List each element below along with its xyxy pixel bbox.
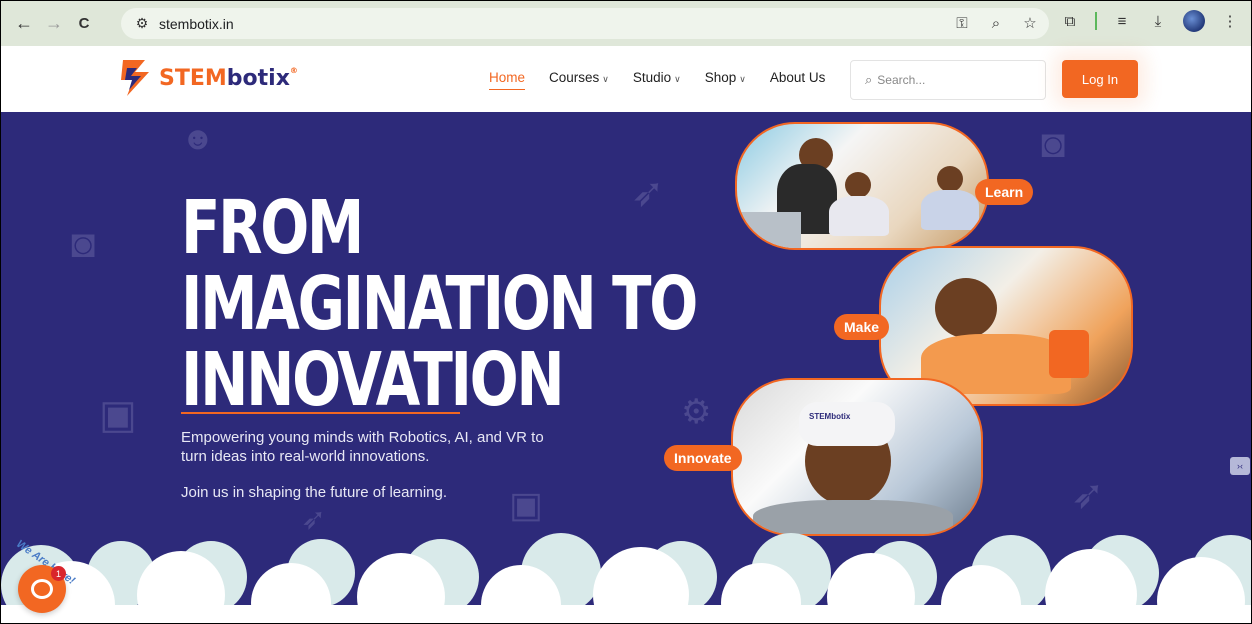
reading-list-icon[interactable]: ≡ — [1111, 10, 1133, 32]
profile-avatar[interactable] — [1183, 10, 1205, 32]
browser-toolbar: ← → C ⚙ stembotix.in ⚿ ⌕ ☆ ⧉ ≡ ⤓ ⋮ — [1, 1, 1251, 46]
innovate-tag: Innovate — [664, 445, 742, 471]
chat-unread-badge: 1 — [51, 566, 66, 581]
hero-headline: FROM IMAGINATION TO INNOVATION — [181, 185, 698, 423]
laptop — [737, 212, 801, 248]
password-key-icon[interactable]: ⚿ — [951, 12, 973, 34]
site-settings-icon[interactable]: ⚙ — [127, 15, 157, 32]
hero-tagline: Join us in shaping the future of learnin… — [181, 484, 448, 501]
child-head — [937, 166, 963, 192]
stembotix-logo-icon — [121, 60, 149, 96]
nav-about-us[interactable]: About Us — [770, 70, 826, 85]
headline-line-1: FROM — [181, 185, 364, 271]
child-shirt — [921, 190, 979, 230]
main-nav: Home Courses ∨ Studio ∨ Shop ∨ About Us — [489, 70, 826, 90]
learn-photo — [735, 122, 989, 250]
nav-studio-label: Studio — [632, 70, 672, 85]
make-tag: Make — [834, 314, 890, 340]
headline-underline — [181, 412, 460, 414]
chevron-down-icon: ∨ — [739, 74, 746, 84]
address-bar[interactable]: ⚙ stembotix.in ⚿ ⌕ ☆ — [121, 8, 1049, 39]
robot-model — [1049, 330, 1089, 378]
nav-studio[interactable]: Studio ∨ — [633, 70, 681, 85]
menu-kebab-icon[interactable]: ⋮ — [1219, 10, 1241, 32]
browser-window: ← → C ⚙ stembotix.in ⚿ ⌕ ☆ ⧉ ≡ ⤓ ⋮ STEMb… — [0, 0, 1252, 624]
chat-bubble-icon — [31, 579, 53, 599]
search-input[interactable]: ⌕ Search... — [850, 60, 1046, 100]
learn-tag: Learn — [975, 179, 1034, 205]
vr-headset: STEMbotix — [799, 402, 895, 446]
download-icon[interactable]: ⤓ — [1147, 10, 1169, 32]
logo-registered-mark: ® — [289, 65, 298, 75]
site-logo[interactable]: STEMbotix® — [119, 58, 298, 98]
logo-text-stem: STEM — [159, 65, 227, 91]
child-head — [935, 278, 997, 338]
nav-home[interactable]: Home — [489, 70, 526, 90]
reload-icon[interactable]: C — [69, 9, 99, 39]
search-icon: ⌕ — [865, 72, 873, 87]
logo-text-botix: botix — [226, 65, 290, 91]
nav-shop[interactable]: Shop ∨ — [705, 70, 746, 85]
innovate-photo: STEMbotix — [731, 378, 983, 536]
chevron-down-icon: ∨ — [674, 74, 681, 84]
child-shirt — [829, 196, 889, 236]
rocket-icon: ➶ — [1071, 473, 1105, 517]
toolbar-divider — [1095, 12, 1097, 30]
robot-icon: ▣ — [99, 393, 137, 437]
headset-brand-text: STEMbotix — [809, 412, 851, 421]
bookmark-star-icon[interactable]: ☆ — [1019, 12, 1041, 34]
side-chat-icon[interactable]: ›‹ — [1230, 457, 1250, 475]
chevron-down-icon: ∨ — [602, 74, 609, 84]
site-header: STEMbotix® Home Courses ∨ Studio ∨ Shop ∨ A… — [1, 46, 1251, 112]
search-placeholder: Search... — [877, 73, 926, 87]
back-icon[interactable]: ← — [9, 9, 39, 39]
nav-shop-label: Shop — [704, 70, 737, 85]
robot-icon: ▣ — [509, 484, 544, 525]
cloud-border — [1, 533, 1251, 623]
extensions-icon[interactable]: ⧉ — [1059, 10, 1081, 32]
hero-section: ☻ ◙ ➶ ▣ ▣ ◙ ⚙ ➶ ➶ FROM IMAGINATION TO IN… — [1, 112, 1251, 623]
nav-courses-label: Courses — [549, 70, 600, 85]
robot-head-icon: ☻ — [181, 120, 215, 156]
hero-subtext: Empowering young minds with Robotics, AI… — [181, 429, 544, 465]
nav-courses[interactable]: Courses ∨ — [549, 70, 609, 85]
vr-headset-icon: ◙ — [1041, 122, 1066, 166]
child-head — [845, 172, 871, 198]
vr-headset-icon: ◙ — [71, 222, 96, 266]
headline-line-3: INNOVATION — [181, 337, 565, 423]
forward-icon[interactable]: → — [39, 9, 69, 39]
login-button[interactable]: Log In — [1062, 60, 1138, 98]
headline-line-2: IMAGINATION TO — [181, 261, 698, 347]
zoom-icon[interactable]: ⌕ — [985, 12, 1007, 34]
url-text[interactable]: stembotix.in — [159, 16, 234, 32]
